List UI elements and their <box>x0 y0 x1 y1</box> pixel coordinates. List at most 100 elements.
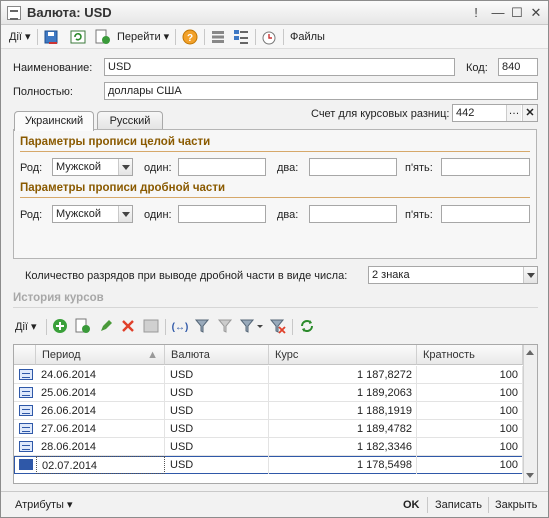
table-row[interactable]: 25.06.2014 USD 1 189,2063 100 <box>14 384 537 402</box>
row-rate: 1 188,1919 <box>269 402 417 420</box>
footer-bar: Атрибуты ▾ OK Записать Закрыть <box>1 491 548 517</box>
add-row-icon[interactable] <box>51 317 69 335</box>
table-row[interactable]: 26.06.2014 USD 1 188,1919 100 <box>14 402 537 420</box>
history-actions-menu[interactable]: Дії ▾ <box>15 320 37 334</box>
row-multiplicity: 100 <box>417 384 523 402</box>
main-toolbar: Дії ▾ Перейти ▾ ? Файлы <box>1 25 548 49</box>
fraction-gender-select[interactable]: Мужской <box>52 205 133 223</box>
sort-ascending-icon: ▲ <box>147 349 158 361</box>
clear-button[interactable]: ✕ <box>522 105 537 121</box>
files-button[interactable]: Файлы <box>290 28 325 46</box>
section-divider <box>20 197 530 198</box>
row-rate: 1 178,5498 <box>269 456 417 474</box>
column-header-period[interactable]: Период ▲ <box>36 345 165 365</box>
table-row[interactable]: 24.06.2014 USD 1 187,8272 100 <box>14 366 537 384</box>
table-scrollbar[interactable] <box>523 345 537 483</box>
save-icon[interactable] <box>43 28 61 46</box>
fraction-one-input[interactable] <box>178 205 266 223</box>
dropdown-arrow-icon[interactable] <box>118 159 132 175</box>
integer-two-label: два: <box>277 162 299 174</box>
account-label: Счет для курсовых разниц: <box>311 108 450 120</box>
attributes-menu[interactable]: Атрибуты ▾ <box>15 498 72 512</box>
column-header-currency[interactable]: Валюта <box>165 345 269 365</box>
filter-value-icon[interactable] <box>216 317 234 335</box>
close-button[interactable]: ✕ <box>527 4 545 22</box>
copy-row-icon[interactable] <box>74 317 92 335</box>
fraction-gender-value: Мужской <box>56 208 101 220</box>
history-title: История курсов <box>13 292 104 304</box>
fraction-five-label: п'ять: <box>405 209 433 221</box>
save-button[interactable]: Записать <box>435 498 482 512</box>
row-currency: USD <box>165 384 269 402</box>
list-icon[interactable] <box>209 28 227 46</box>
integer-five-input[interactable] <box>441 158 530 176</box>
filter-icon[interactable] <box>194 317 212 335</box>
table-row[interactable]: 27.06.2014 USD 1 189,4782 100 <box>14 420 537 438</box>
toolbar-separator <box>283 29 284 45</box>
digits-value: 2 знака <box>372 269 410 281</box>
scroll-down-icon[interactable] <box>526 473 534 478</box>
filter-list-icon[interactable] <box>239 317 265 335</box>
help-icon[interactable]: ? <box>181 28 199 46</box>
row-currency: USD <box>165 438 269 456</box>
refresh-list-icon[interactable] <box>298 317 316 335</box>
code-label: Код: <box>466 62 488 74</box>
minimize-button[interactable]: — <box>489 4 507 22</box>
title-bar: Валюта: USD ! — ☐ ✕ <box>1 1 548 25</box>
row-record-icon <box>19 441 33 452</box>
row-record-icon <box>19 459 33 470</box>
currency-window: Валюта: USD ! — ☐ ✕ Дії ▾ Перейти ▾ ? Фа… <box>0 0 549 518</box>
code-input[interactable]: 840 <box>498 58 538 76</box>
fraction-two-input[interactable] <box>309 205 397 223</box>
actions-menu[interactable]: Дії ▾ <box>9 28 31 46</box>
table-row[interactable]: 28.06.2014 USD 1 182,3346 100 <box>14 438 537 456</box>
name-input[interactable]: USD <box>104 58 455 76</box>
footer-separator <box>427 497 428 513</box>
scroll-up-icon[interactable] <box>526 350 534 355</box>
integer-part-title: Параметры прописи целой части <box>20 136 211 148</box>
column-header-multiplicity[interactable]: Кратность <box>417 345 523 365</box>
select-button[interactable]: … <box>506 105 521 121</box>
toolbar-separator <box>255 29 256 45</box>
integer-gender-label: Род: <box>20 162 43 174</box>
copy-document-icon[interactable] <box>94 28 112 46</box>
delete-icon[interactable] <box>119 317 137 335</box>
integer-one-label: один: <box>144 162 172 174</box>
clear-filter-icon[interactable] <box>269 317 287 335</box>
ok-button[interactable]: OK <box>403 498 420 512</box>
section-divider <box>20 151 530 152</box>
integer-two-input[interactable] <box>309 158 397 176</box>
integer-one-input[interactable] <box>178 158 266 176</box>
tab-panel: Параметры прописи целой части Род: Мужск… <box>13 129 537 259</box>
history-clock-icon[interactable] <box>260 28 278 46</box>
maximize-button[interactable]: ☐ <box>508 4 526 22</box>
toolbar-separator <box>204 29 205 45</box>
digits-select[interactable]: 2 знака <box>368 266 538 284</box>
edit-pencil-icon[interactable] <box>97 317 115 335</box>
post-document-icon[interactable] <box>142 317 160 335</box>
fraction-two-label: два: <box>277 209 299 221</box>
row-multiplicity: 100 <box>417 456 523 474</box>
svg-text:(↔): (↔) <box>172 322 189 333</box>
dropdown-arrow-icon[interactable] <box>523 267 537 283</box>
info-icon[interactable]: ! <box>467 4 485 22</box>
goto-menu[interactable]: Перейти ▾ <box>117 28 169 46</box>
tab-ukrainian[interactable]: Украинский <box>14 111 94 131</box>
structure-icon[interactable] <box>232 28 250 46</box>
full-name-input[interactable]: доллары США <box>104 82 538 100</box>
dropdown-arrow-icon[interactable] <box>118 206 132 222</box>
close-form-button[interactable]: Закрыть <box>495 498 537 512</box>
integer-gender-select[interactable]: Мужской <box>52 158 133 176</box>
interval-icon[interactable]: (↔) <box>171 317 189 335</box>
row-record-icon <box>19 405 33 416</box>
account-input[interactable]: 442 … ✕ <box>452 104 538 122</box>
fraction-five-input[interactable] <box>441 205 530 223</box>
table-row-selected[interactable]: 02.07.2014 USD 1 178,5498 100 <box>14 456 537 474</box>
history-actions-label: Дії <box>15 321 28 333</box>
column-header-icon <box>14 345 36 365</box>
tab-russian[interactable]: Русский <box>97 111 163 130</box>
refresh-icon[interactable] <box>69 28 87 46</box>
row-record-icon <box>19 423 33 434</box>
column-header-rate[interactable]: Курс <box>269 345 417 365</box>
goto-menu-label: Перейти <box>117 31 161 43</box>
